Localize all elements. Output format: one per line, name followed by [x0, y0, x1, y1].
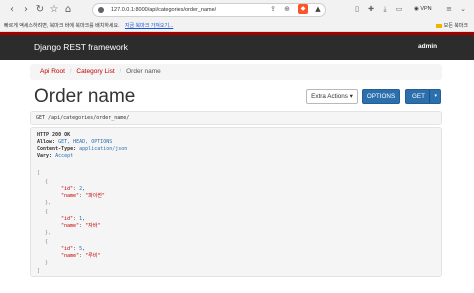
import-bookmarks-link[interactable]: 지금 북마크 가져오기... — [125, 23, 173, 29]
response-header: Vary: Accept — [37, 153, 74, 159]
options-button[interactable]: OPTIONS — [362, 89, 400, 104]
json-id-line: "id": 5, — [61, 246, 86, 252]
minimize-icon[interactable]: ⌄ — [458, 4, 468, 14]
downloads-icon[interactable]: ⤓ — [380, 4, 390, 14]
json-id-line: "id": 2, — [61, 186, 86, 192]
user-menu[interactable]: admin — [418, 43, 437, 50]
breadcrumb-separator: / — [69, 68, 72, 75]
reload-icon[interactable]: ↻ — [34, 4, 46, 16]
response-header: Allow: GET, HEAD, OPTIONS — [37, 139, 113, 145]
wallet-icon[interactable]: ▭ — [394, 4, 404, 14]
json-open-bracket: [ — [37, 170, 41, 176]
breadcrumb: Api Root / Category List / Order name — [30, 64, 442, 80]
url-text: 127.0.0.1:8000/api/categories/order_name… — [111, 7, 217, 13]
json-name-line: "name": "자바" — [61, 223, 101, 229]
get-button[interactable]: GET ▾ — [405, 89, 441, 104]
json-name-line: "name": "루비" — [61, 253, 101, 259]
breadcrumb-separator: / — [119, 68, 122, 75]
response-status: HTTP 200 OK — [37, 132, 71, 138]
json-object-close: } — [45, 260, 49, 266]
json-id-line: "id": 1, — [61, 216, 86, 222]
forward-icon[interactable]: › — [20, 4, 32, 16]
breadcrumb-current: Order name — [126, 68, 161, 75]
json-object-close: }, — [45, 200, 52, 206]
json-object-open: { — [45, 179, 49, 185]
brave-shields-icon[interactable]: ◆ — [298, 4, 308, 14]
extensions-icon[interactable]: ✚ — [366, 4, 376, 14]
response-header: Content-Type: application/json — [37, 146, 128, 152]
home-icon[interactable]: ⌂ — [62, 4, 74, 16]
bookmark-infobar: 빠르게 액세스하려면, 북마크 바에 북마크를 배치하세요. 지금 북마크 가져… — [4, 23, 174, 29]
zoom-icon[interactable]: ⊕ — [282, 4, 292, 14]
json-close-bracket: ] — [37, 268, 41, 274]
sidebar-icon[interactable]: ▯ — [352, 4, 362, 14]
get-label: GET — [412, 93, 425, 100]
page-title: Order name — [34, 86, 136, 107]
vpn-icon: ◉ — [414, 6, 419, 12]
get-format-dropdown[interactable]: ▾ — [429, 90, 437, 103]
menu-icon[interactable]: ≡ — [444, 4, 454, 14]
browser-chrome: ‹ › ↻ ☆ ⌂ 127.0.0.1:8000/api/categories/… — [0, 0, 474, 32]
bookmark-star-icon[interactable]: ☆ — [48, 4, 60, 16]
back-icon[interactable]: ‹ — [6, 4, 18, 16]
site-info-icon[interactable] — [98, 7, 104, 13]
share-icon[interactable]: ⇪ — [268, 4, 278, 14]
json-object-open: { — [45, 209, 49, 215]
brand-link[interactable]: Django REST framework — [34, 42, 128, 52]
breadcrumb-category-list[interactable]: Category List — [76, 68, 114, 75]
response-info: HTTP 200 OK Allow: GET, HEAD, OPTIONS Co… — [30, 127, 442, 277]
breadcrumb-api-root[interactable]: Api Root — [40, 68, 65, 75]
request-line: GET /api/categories/order_name/ — [36, 115, 130, 121]
extra-actions-button[interactable]: Extra Actions ▾ — [306, 89, 358, 104]
json-name-line: "name": "파이썬" — [61, 193, 105, 199]
json-object-close: }, — [45, 230, 52, 236]
vpn-button[interactable]: ◉ VPN — [414, 4, 432, 14]
all-bookmarks[interactable]: 모든 북마크 — [435, 21, 468, 31]
folder-icon — [435, 23, 442, 28]
request-info: GET /api/categories/order_name/ — [30, 111, 442, 125]
caret-down-icon: ▾ — [434, 93, 437, 99]
warning-icon[interactable]: ▲ — [313, 4, 323, 14]
drf-navbar: Django REST framework admin — [0, 32, 474, 60]
json-object-open: { — [45, 239, 49, 245]
